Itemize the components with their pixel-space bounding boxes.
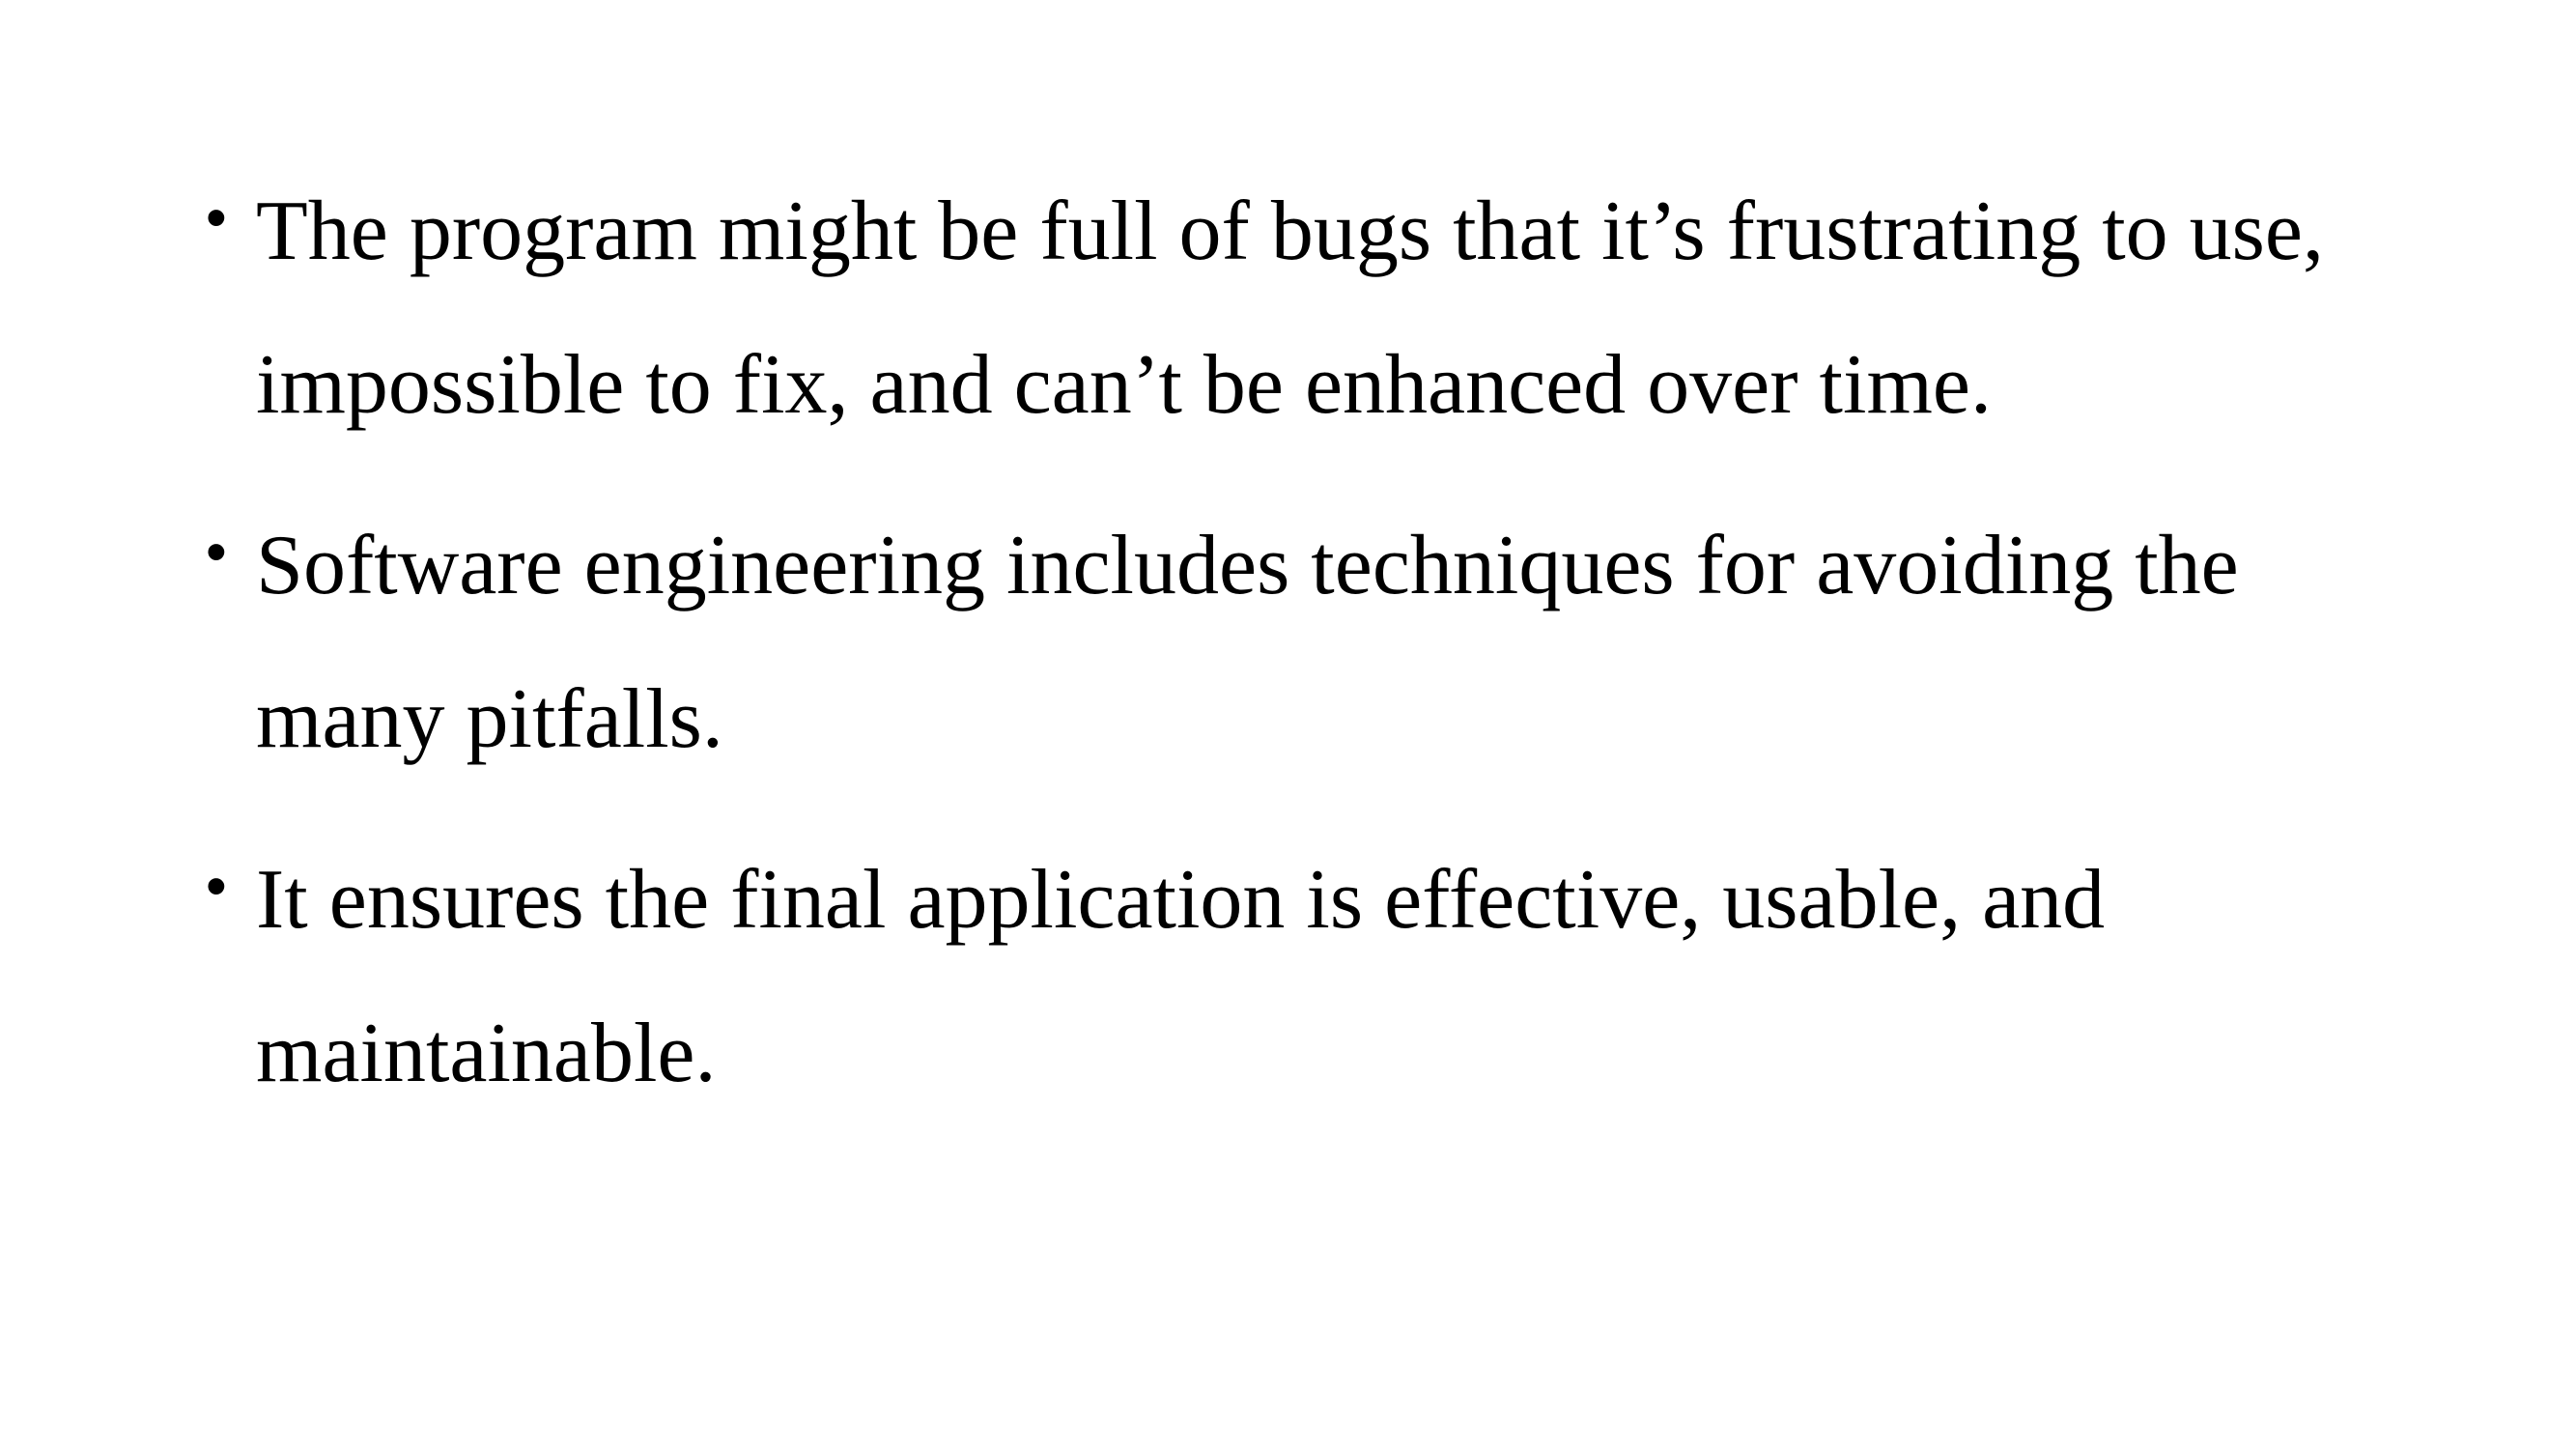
bullet-text-line: impossible to fix, and can’t be enhanced…	[256, 338, 1992, 432]
bullet-text: It ensures the final application is effe…	[256, 823, 2427, 1130]
bullet-text-line: Software engineering includes techniques…	[256, 519, 2239, 612]
bullet-marker: •	[206, 519, 227, 585]
bullet-marker: •	[206, 185, 227, 251]
bullet-item: • The program might be full of bugs that…	[206, 155, 2427, 462]
bullet-text-line: The program might be full of bugs that i…	[256, 185, 2324, 278]
bullet-text-line: many pitfalls.	[256, 672, 723, 766]
slide: • The program might be full of bugs that…	[0, 0, 2576, 1449]
bullet-text-line: maintainable.	[256, 1007, 717, 1100]
bullet-text-line: It ensures the final application is effe…	[256, 853, 2106, 947]
bullet-list: • The program might be full of bugs that…	[206, 155, 2427, 1157]
bullet-item: • It ensures the final application is ef…	[206, 823, 2427, 1130]
bullet-text: Software engineering includes techniques…	[256, 489, 2427, 796]
bullet-marker: •	[206, 853, 227, 920]
bullet-text: The program might be full of bugs that i…	[256, 155, 2427, 462]
bullet-item: • Software engineering includes techniqu…	[206, 489, 2427, 796]
